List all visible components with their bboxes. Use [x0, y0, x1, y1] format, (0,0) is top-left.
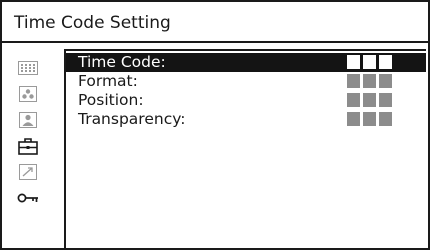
menu-item-time-code[interactable]: Time Code: [66, 53, 426, 72]
sidebar-item-color[interactable] [17, 84, 39, 104]
sidebar-item-grid[interactable] [17, 58, 39, 78]
menu-item-transparency[interactable]: Transparency: [66, 110, 426, 129]
menu-item-label: Time Code: [78, 53, 166, 71]
osd-window: Time Code Setting Time Code: Format: Pos… [0, 0, 430, 250]
sidebar-item-key[interactable] [17, 188, 39, 208]
menu-item-label: Transparency: [78, 110, 186, 128]
position-value [347, 93, 392, 107]
arrow-up-right-icon [19, 164, 37, 180]
menu-item-position[interactable]: Position: [66, 91, 426, 110]
menu-item-label: Position: [78, 91, 144, 109]
window-title: Time Code Setting [14, 13, 171, 33]
toolbox-icon [18, 138, 38, 155]
format-value [347, 74, 392, 88]
key-icon [17, 193, 38, 203]
person-icon [19, 112, 37, 128]
title-divider [2, 41, 428, 43]
sidebar-item-toolbox[interactable] [17, 136, 39, 156]
menu-item-format[interactable]: Format: [66, 72, 426, 91]
menu-item-label: Format: [78, 72, 138, 90]
settings-panel: Time Code: Format: Position: Transparenc… [64, 49, 426, 248]
transparency-value [347, 112, 392, 126]
sidebar-item-arrow[interactable] [17, 162, 39, 182]
sidebar-item-person[interactable] [17, 110, 39, 130]
grid-icon [18, 61, 38, 75]
color-dots-icon [19, 86, 37, 102]
time-code-value [347, 55, 392, 69]
